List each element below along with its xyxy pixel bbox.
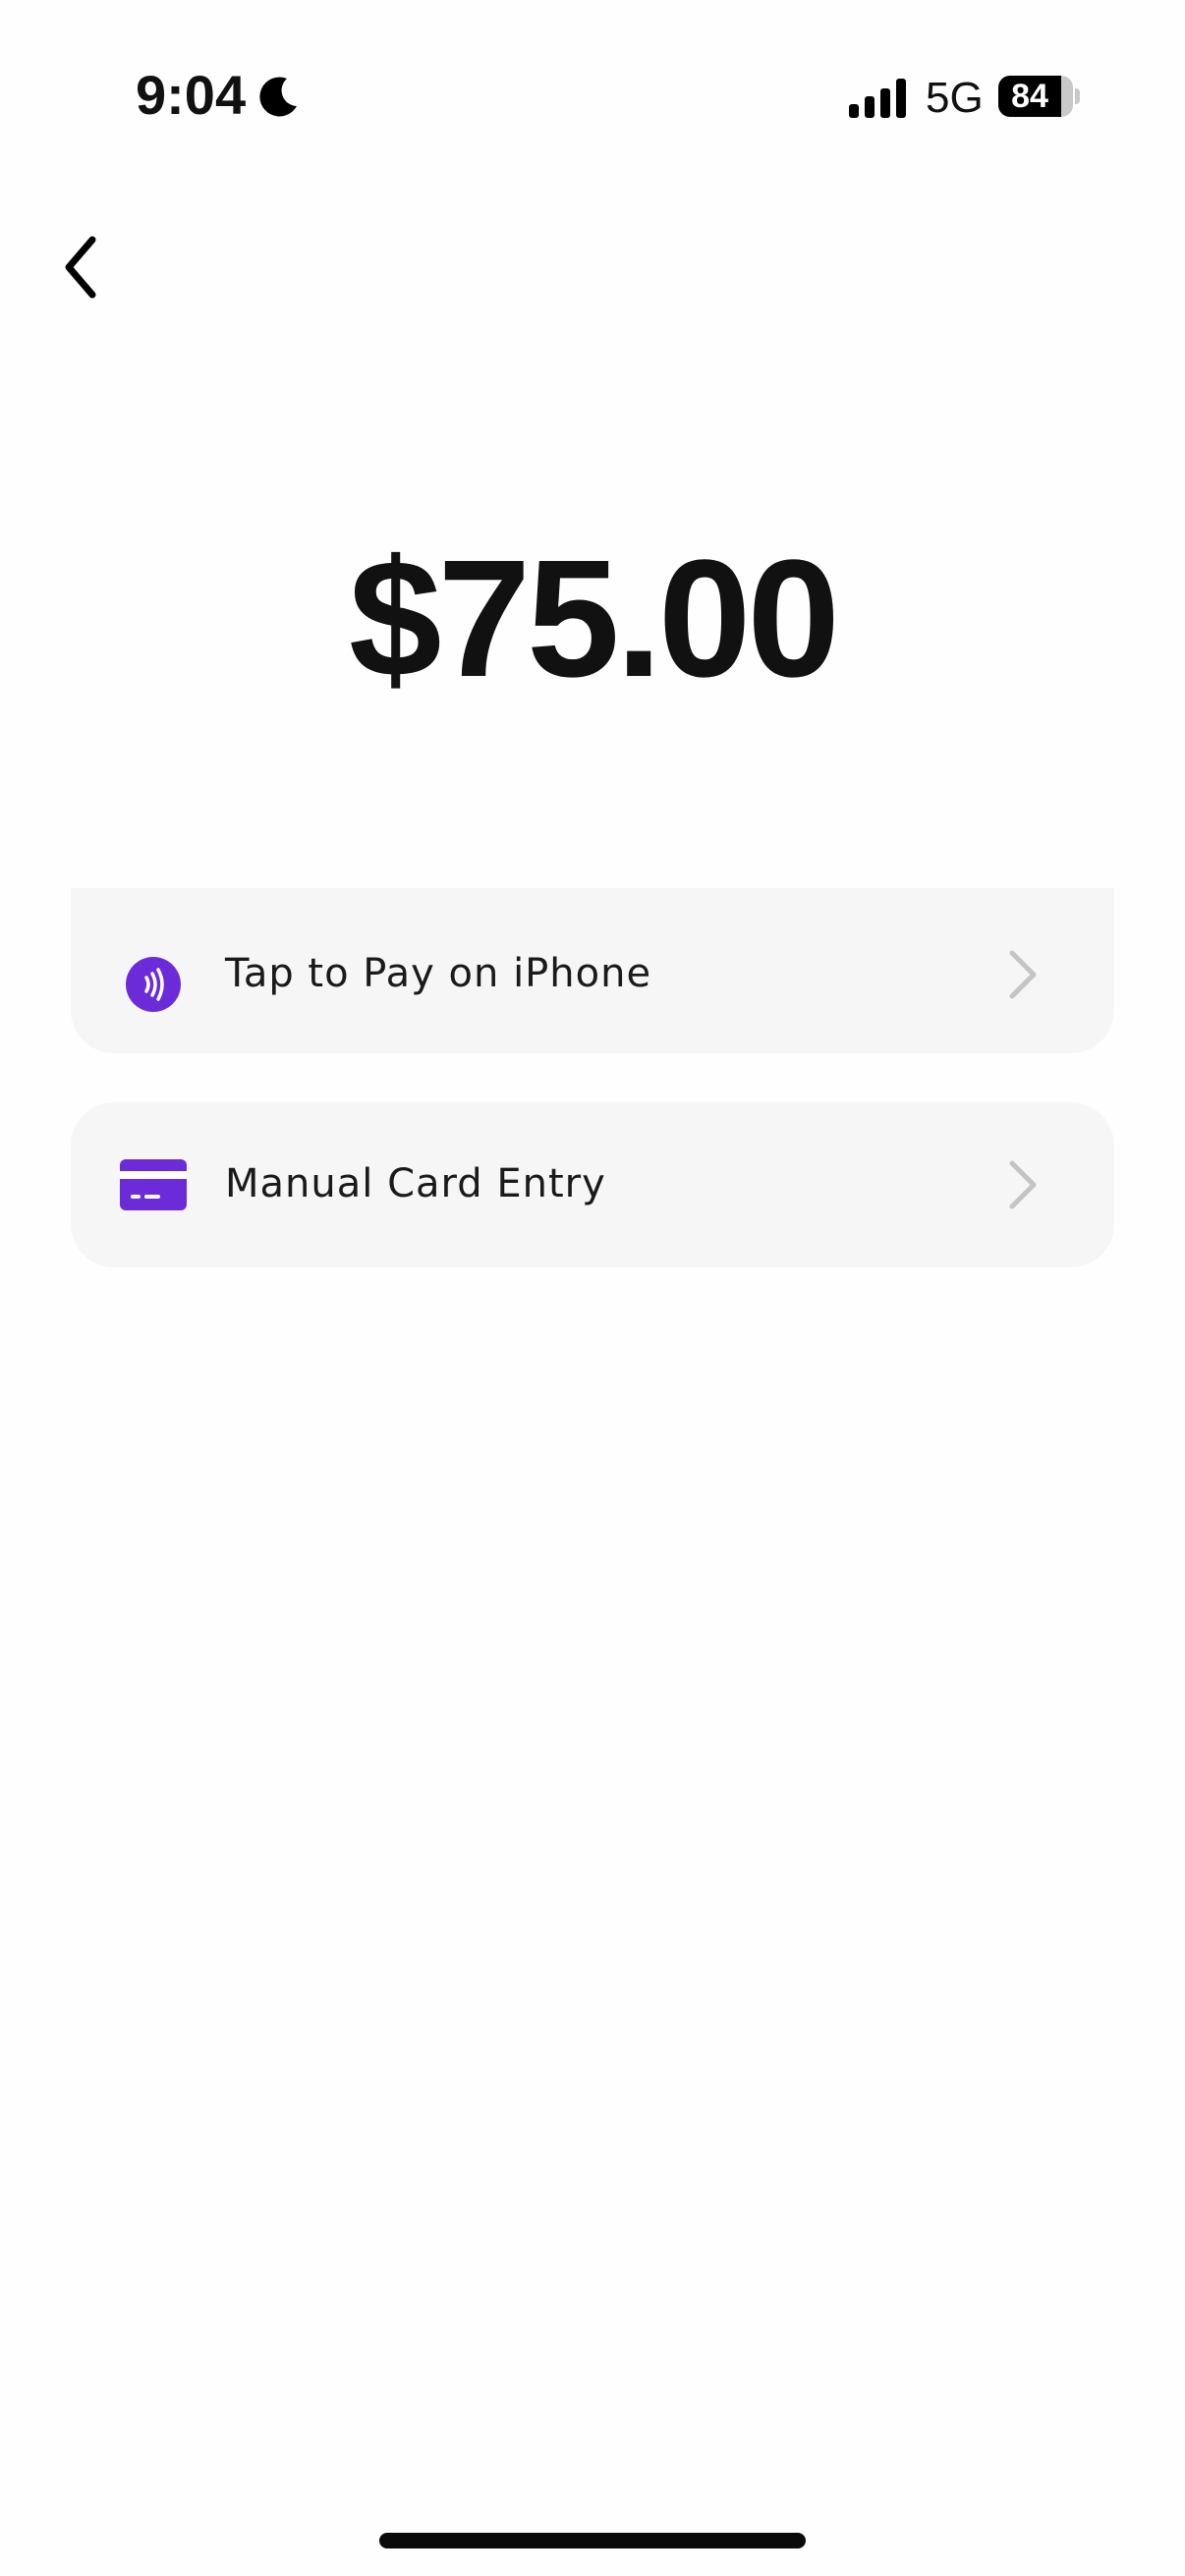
- chevron-right-icon: [1009, 1160, 1037, 1209]
- contactless-icon: [126, 957, 181, 1012]
- payment-amount: $75.00: [349, 526, 840, 712]
- cellular-signal-icon: [849, 79, 906, 118]
- network-type: 5G: [926, 74, 984, 122]
- manual-card-entry-label: Manual Card Entry: [225, 1161, 606, 1206]
- battery-tip: [1075, 88, 1080, 104]
- chevron-right-icon: [1009, 950, 1037, 999]
- chevron-left-icon: [65, 236, 96, 299]
- battery-icon: 84: [998, 76, 1080, 117]
- status-time: 9:04: [136, 64, 247, 126]
- tap-to-pay-option[interactable]: Tap to Pay on iPhone: [71, 888, 1114, 1053]
- battery-percent: 84: [1011, 78, 1048, 115]
- credit-card-icon: [120, 1159, 187, 1210]
- back-button[interactable]: [47, 218, 118, 312]
- tap-to-pay-label: Tap to Pay on iPhone: [225, 951, 652, 996]
- moon-icon: [259, 77, 297, 117]
- home-indicator[interactable]: [379, 2533, 806, 2548]
- manual-card-entry-option[interactable]: Manual Card Entry: [71, 1102, 1114, 1267]
- status-bar: 9:04 5G 84: [0, 0, 1185, 196]
